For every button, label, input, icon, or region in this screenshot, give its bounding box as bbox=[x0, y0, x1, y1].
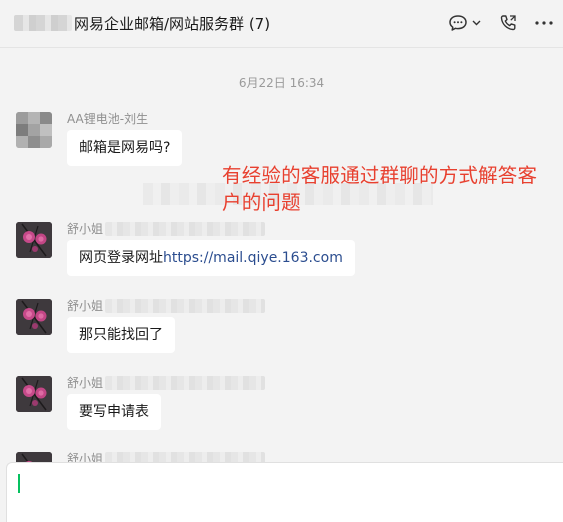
chat-header: 网易企业邮箱/网站服务群 (7) bbox=[0, 0, 563, 48]
message-link[interactable]: https://mail.qiye.163.com bbox=[163, 250, 343, 266]
message-text: 网页登录网址 bbox=[79, 250, 163, 266]
chat-bubble-icon[interactable] bbox=[447, 13, 469, 33]
annotation-text: 有经验的客服通过群聊的方式解答客户的问题 bbox=[222, 164, 538, 214]
avatar[interactable] bbox=[16, 112, 52, 148]
blurred-sender-detail bbox=[105, 221, 266, 236]
text-caret bbox=[18, 474, 20, 493]
chat-title-wrap: 网易企业邮箱/网站服务群 (7) bbox=[14, 12, 270, 34]
sender-name: 舒小姐 bbox=[67, 297, 266, 314]
phone-call-icon[interactable] bbox=[497, 13, 519, 33]
sender-name: 舒小姐 bbox=[67, 220, 266, 237]
blurred-group-name bbox=[14, 15, 72, 31]
message-bubble[interactable]: 要写申请表 bbox=[67, 394, 161, 430]
chevron-down-icon[interactable] bbox=[470, 13, 482, 33]
blurred-sender-detail bbox=[105, 298, 266, 313]
avatar[interactable] bbox=[16, 222, 52, 258]
message-bubble[interactable]: 那只能找回了 bbox=[67, 317, 175, 353]
sender-name: AA锂电池-刘生 bbox=[67, 112, 149, 126]
chat-title[interactable]: 网易企业邮箱/网站服务群 (7) bbox=[74, 13, 270, 34]
message-timestamp: 6月22日 16:34 bbox=[238, 76, 325, 90]
avatar[interactable] bbox=[16, 299, 52, 335]
blurred-sender-detail bbox=[105, 375, 266, 390]
message-bubble[interactable]: 网页登录网址https://mail.qiye.163.com bbox=[67, 240, 355, 276]
avatar[interactable] bbox=[16, 376, 52, 412]
message-bubble[interactable]: 邮箱是网易吗? bbox=[67, 130, 183, 166]
more-icon[interactable] bbox=[533, 13, 555, 33]
message-input[interactable] bbox=[6, 462, 563, 522]
sender-name: 舒小姐 bbox=[67, 374, 266, 391]
